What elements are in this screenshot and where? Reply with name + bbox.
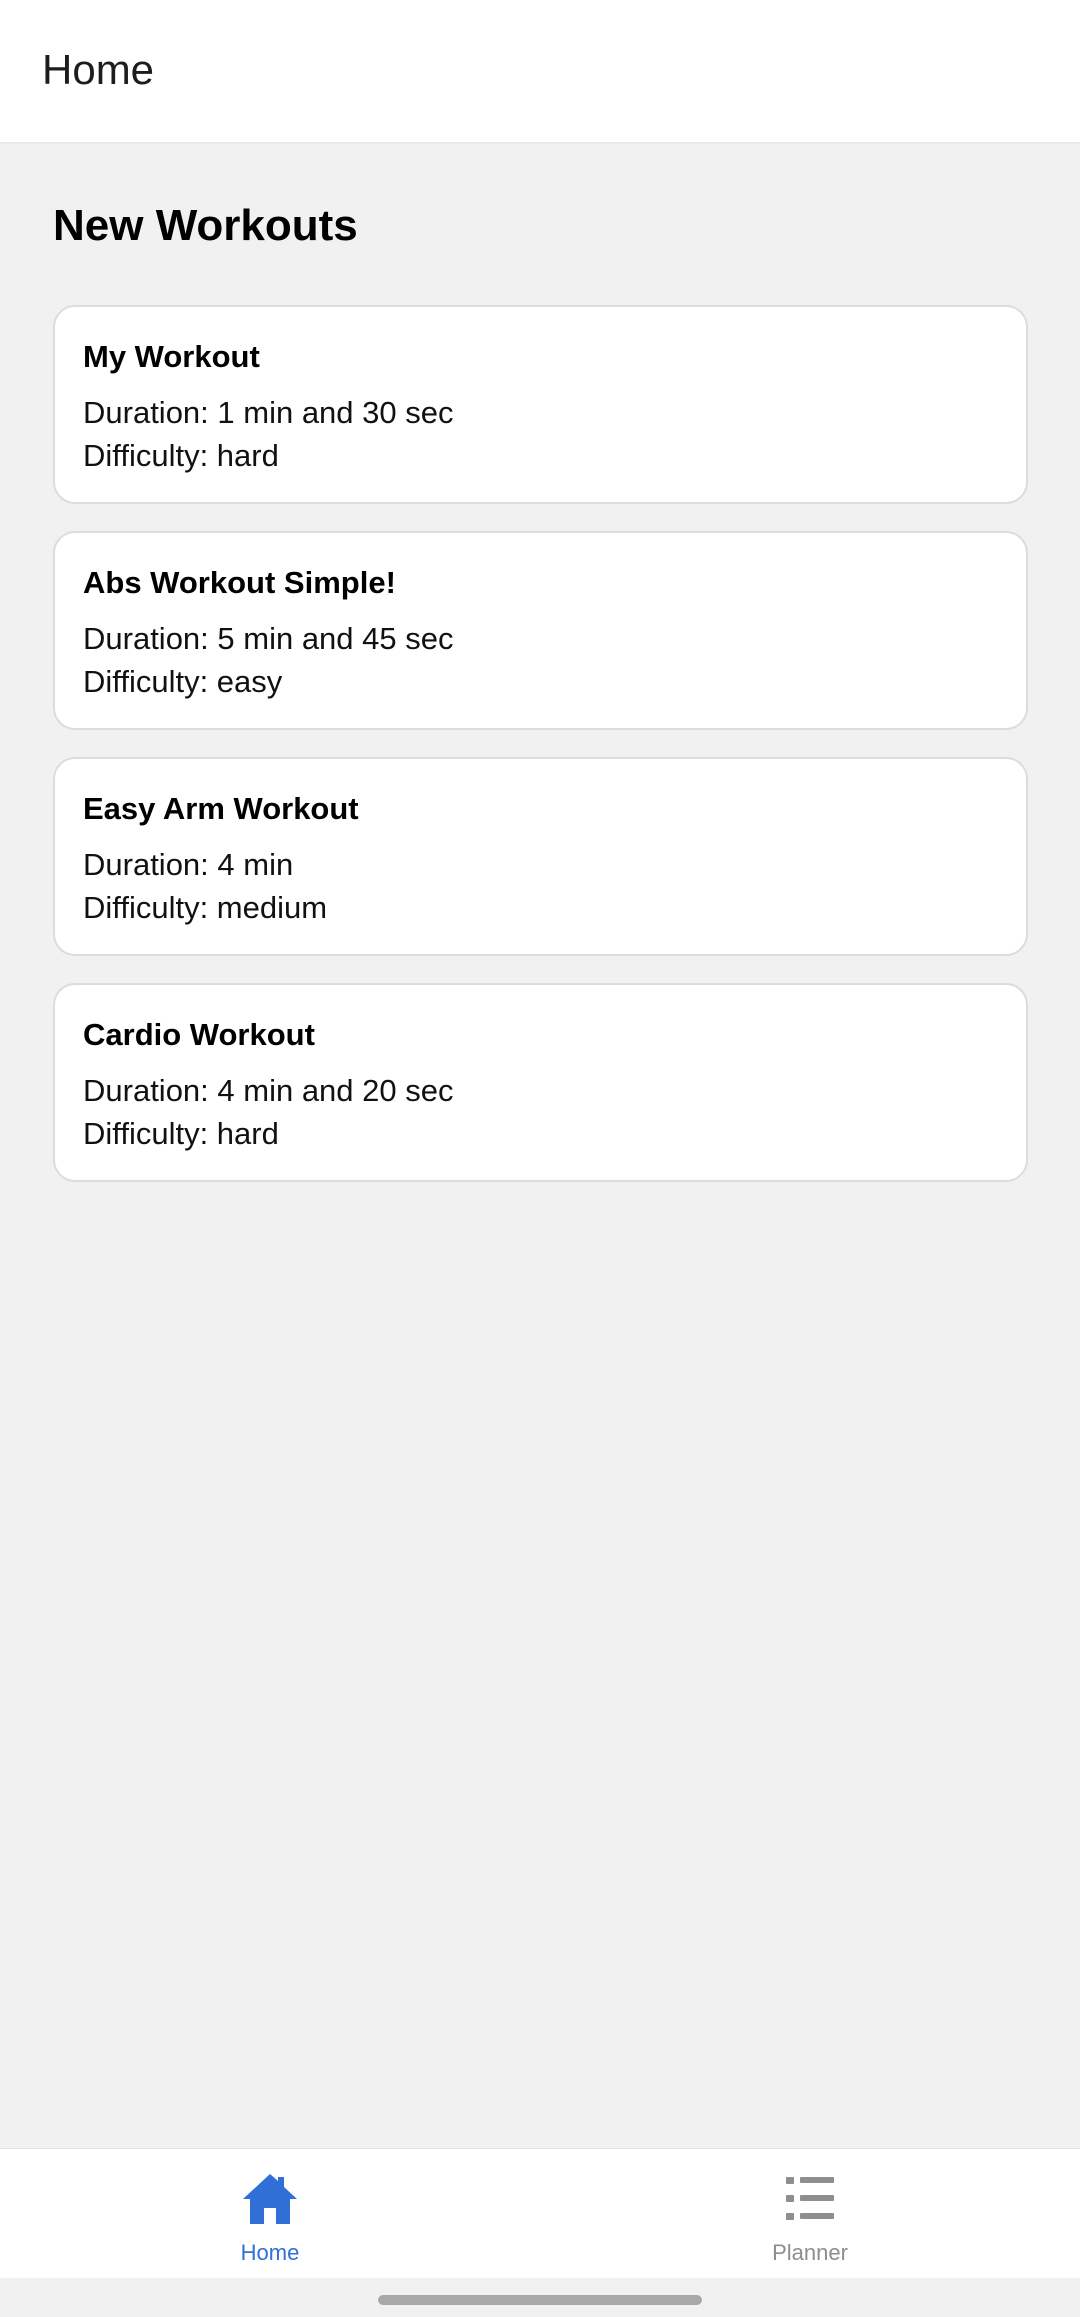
system-gesture-area: [0, 2278, 1080, 2317]
workout-card[interactable]: Abs Workout Simple! Duration: 5 min and …: [53, 531, 1028, 730]
workout-difficulty: Difficulty: easy: [83, 664, 283, 699]
nav-label-home: Home: [240, 2240, 300, 2265]
workout-card[interactable]: My Workout Duration: 1 min and 30 sec Di…: [53, 305, 1028, 504]
bottom-navigation: Home Planner: [0, 2148, 1080, 2279]
workout-duration: Duration: 1 min and 30 sec: [83, 395, 454, 430]
section-title: New Workouts: [53, 201, 358, 250]
app-header: Home: [0, 0, 1080, 142]
nav-tab-home[interactable]: Home: [0, 2149, 540, 2279]
workout-name: Abs Workout Simple!: [83, 565, 396, 600]
workout-list: My Workout Duration: 1 min and 30 sec Di…: [53, 305, 1028, 1209]
workout-card[interactable]: Cardio Workout Duration: 4 min and 20 se…: [53, 983, 1028, 1182]
nav-label-planner: Planner: [772, 2240, 848, 2265]
page-title: Home: [42, 46, 155, 93]
workout-card[interactable]: Easy Arm Workout Duration: 4 min Difficu…: [53, 757, 1028, 956]
workout-duration: Duration: 5 min and 45 sec: [83, 621, 454, 656]
workout-difficulty: Difficulty: hard: [83, 1116, 279, 1151]
workout-duration: Duration: 4 min: [83, 847, 294, 882]
app-screen: Home New Workouts My Workout Duration: 1…: [0, 0, 1080, 2317]
workout-difficulty: Difficulty: medium: [83, 890, 328, 925]
workout-name: My Workout: [83, 339, 260, 374]
nav-tab-planner[interactable]: Planner: [540, 2149, 1080, 2279]
workout-difficulty: Difficulty: hard: [83, 438, 279, 473]
home-icon: [243, 2174, 297, 2224]
workout-name: Cardio Workout: [83, 1017, 315, 1052]
gesture-handle[interactable]: [378, 2295, 702, 2305]
workout-duration: Duration: 4 min and 20 sec: [83, 1073, 454, 1108]
workout-name: Easy Arm Workout: [83, 791, 359, 826]
list-icon: [786, 2177, 834, 2220]
